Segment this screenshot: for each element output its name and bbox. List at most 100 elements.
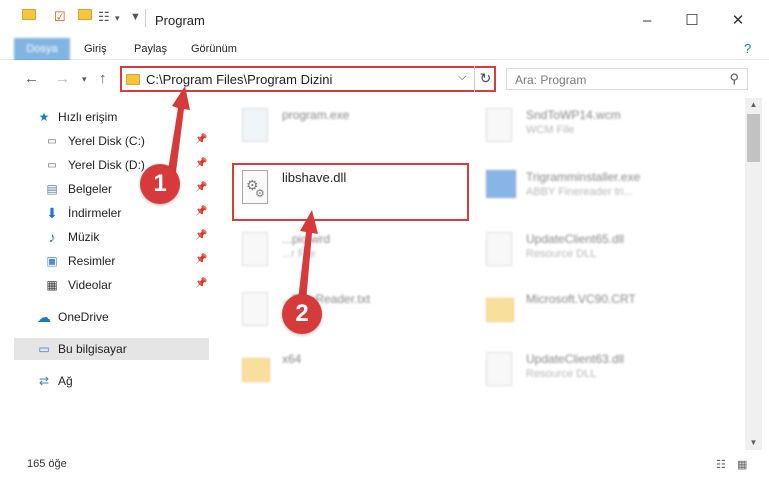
cloud-icon: ☁ bbox=[37, 308, 51, 325]
file-item[interactable]: UpdateClient63.dll Resource DLL bbox=[474, 344, 724, 400]
documents-icon: ▤ bbox=[46, 182, 58, 196]
close-button[interactable]: ✕ bbox=[723, 8, 753, 32]
dropdown-icon[interactable]: ▾ bbox=[115, 13, 129, 29]
folder-icon bbox=[242, 352, 272, 388]
scroll-up-icon[interactable]: ▲ bbox=[745, 100, 762, 109]
sidebar-item-label: Müzik bbox=[68, 230, 100, 244]
pin-icon[interactable]: 📌 bbox=[195, 254, 207, 265]
forward-icon[interactable]: → bbox=[55, 70, 70, 87]
sidebar-item-network[interactable]: ⇄ Ağ bbox=[14, 370, 209, 392]
videos-icon: ▦ bbox=[46, 278, 58, 292]
pin-icon[interactable]: 📌 bbox=[195, 182, 207, 193]
sidebar-item-downloads[interactable]: ⬇ İndirmeler 📌 bbox=[14, 202, 209, 224]
download-icon: ⬇ bbox=[46, 204, 58, 221]
executable-icon bbox=[242, 108, 272, 144]
maximize-button[interactable]: ☐ bbox=[677, 8, 707, 32]
tab-view[interactable]: Görünüm bbox=[191, 38, 237, 60]
sidebar-item-label: Hızlı erişim bbox=[58, 110, 118, 124]
status-bar: 165 öğe ☷ ▦ bbox=[0, 450, 769, 476]
file-item[interactable]: x64 bbox=[230, 344, 480, 400]
window-title: Program bbox=[155, 13, 205, 28]
vertical-scrollbar[interactable]: ▲ ▼ bbox=[745, 98, 762, 450]
folder-icon bbox=[22, 9, 36, 25]
file-item[interactable]: SndToWP14.wcm WCM File bbox=[474, 100, 724, 156]
file-name: x64 bbox=[282, 352, 302, 366]
document-icon bbox=[486, 108, 516, 144]
search-icon: ⚲ bbox=[729, 71, 739, 86]
pin-icon[interactable]: 📌 bbox=[195, 158, 207, 169]
sidebar-item-videos[interactable]: ▦ Videolar 📌 bbox=[14, 274, 209, 296]
star-icon: ★ bbox=[38, 110, 50, 124]
step-1-badge: 1 bbox=[140, 164, 180, 204]
folder-icon bbox=[126, 74, 140, 85]
tab-share[interactable]: Paylaş bbox=[134, 38, 167, 60]
file-type: ...r File bbox=[282, 248, 316, 260]
dll-file-icon bbox=[486, 352, 516, 388]
step-2-badge: 2 bbox=[282, 294, 322, 334]
address-bar[interactable]: C:\Program Files\Program Dizini ⌵ ↻ bbox=[120, 66, 496, 92]
file-name: program.exe bbox=[282, 108, 350, 122]
pin-icon[interactable]: 📌 bbox=[195, 230, 207, 241]
document-icon bbox=[242, 232, 272, 268]
scroll-thumb[interactable] bbox=[747, 114, 760, 162]
pin-icon[interactable]: 📌 bbox=[195, 206, 207, 217]
sidebar-item-label: İndirmeler bbox=[68, 206, 122, 220]
qat-dropdown-icon[interactable]: ▼ bbox=[130, 11, 144, 27]
file-item[interactable]: Microsoft.VC90.CRT bbox=[474, 284, 724, 340]
network-icon: ⇄ bbox=[38, 374, 50, 388]
sidebar-item-label: Ağ bbox=[58, 374, 73, 388]
file-type: Resource DLL bbox=[526, 368, 597, 380]
file-list: program.exe libshave.dll ...pic.wrd ...r… bbox=[222, 98, 743, 450]
installer-icon bbox=[486, 170, 516, 206]
sidebar-item-label: Yerel Disk (D:) bbox=[68, 158, 145, 172]
tab-home[interactable]: Giriş bbox=[84, 38, 107, 60]
file-item[interactable]: program.exe bbox=[230, 100, 480, 156]
file-name: Trigramminstaller.exe bbox=[526, 170, 641, 184]
file-name: ...pic.wrd bbox=[282, 232, 331, 246]
sidebar-item-pictures[interactable]: ▣ Resimler 📌 bbox=[14, 250, 209, 272]
address-row: ← → ▾ ↑ C:\Program Files\Program Dizini … bbox=[0, 60, 769, 98]
folder-icon bbox=[486, 292, 516, 328]
file-item[interactable]: Trigramminstaller.exe ABBY Finereader tr… bbox=[474, 162, 724, 218]
file-item[interactable]: ...pic.wrd ...r File bbox=[230, 224, 480, 280]
sidebar-item-disk-c[interactable]: ▭ Yerel Disk (C:) 📌 bbox=[14, 130, 209, 152]
chevron-down-icon[interactable]: ⌵ bbox=[458, 71, 466, 84]
music-icon: ♪ bbox=[48, 229, 56, 245]
search-placeholder: Ara: Program bbox=[515, 73, 587, 87]
text-file-icon bbox=[242, 292, 272, 328]
large-icons-view-icon[interactable]: ▦ bbox=[737, 458, 747, 471]
sidebar-item-quick-access[interactable]: ★ Hızlı erişim bbox=[14, 106, 209, 128]
drive-icon: ▭ bbox=[47, 159, 57, 171]
file-name: Microsoft.VC90.CRT bbox=[526, 292, 636, 306]
pin-icon[interactable]: 📌 bbox=[195, 134, 207, 145]
new-folder-icon[interactable] bbox=[78, 9, 92, 25]
help-icon[interactable]: ? bbox=[744, 38, 751, 60]
divider bbox=[145, 9, 146, 27]
scroll-down-icon[interactable]: ▼ bbox=[745, 438, 762, 447]
up-icon[interactable]: ↑ bbox=[99, 70, 107, 87]
sidebar-item-label: Bu bilgisayar bbox=[58, 342, 127, 356]
sidebar-item-disk-d[interactable]: ▭ Yerel Disk (D:) 📌 bbox=[14, 154, 209, 176]
recent-locations-icon[interactable]: ▾ bbox=[82, 74, 87, 85]
file-highlight-box bbox=[232, 163, 469, 221]
refresh-button[interactable]: ↻ bbox=[474, 66, 496, 92]
sidebar-item-label: Yerel Disk (C:) bbox=[68, 134, 145, 148]
address-path[interactable]: C:\Program Files\Program Dizini bbox=[146, 72, 332, 87]
sidebar-item-this-pc[interactable]: ▭ Bu bilgisayar bbox=[14, 338, 209, 360]
file-type: WCM File bbox=[526, 124, 575, 136]
file-item[interactable]: UpdateClient65.dll Resource DLL bbox=[474, 224, 724, 280]
sidebar-item-onedrive[interactable]: ☁ OneDrive bbox=[14, 306, 209, 328]
properties-icon[interactable]: ☑ bbox=[54, 9, 68, 25]
minimize-button[interactable]: – bbox=[632, 8, 662, 32]
file-item[interactable]: ...FineReader.txt bbox=[230, 284, 480, 340]
file-type: ABBY Finereader tri... bbox=[526, 186, 633, 198]
dll-file-icon bbox=[486, 232, 516, 268]
search-input[interactable]: Ara: Program ⚲ bbox=[506, 68, 748, 90]
item-count: 165 öğe bbox=[27, 458, 67, 470]
customize-icon[interactable]: ☷ bbox=[98, 9, 112, 25]
file-name: UpdateClient63.dll bbox=[526, 352, 625, 366]
details-view-icon[interactable]: ☷ bbox=[716, 458, 726, 471]
back-icon[interactable]: ← bbox=[24, 70, 39, 87]
sidebar-item-music[interactable]: ♪ Müzik 📌 bbox=[14, 226, 209, 248]
pin-icon[interactable]: 📌 bbox=[195, 278, 207, 289]
